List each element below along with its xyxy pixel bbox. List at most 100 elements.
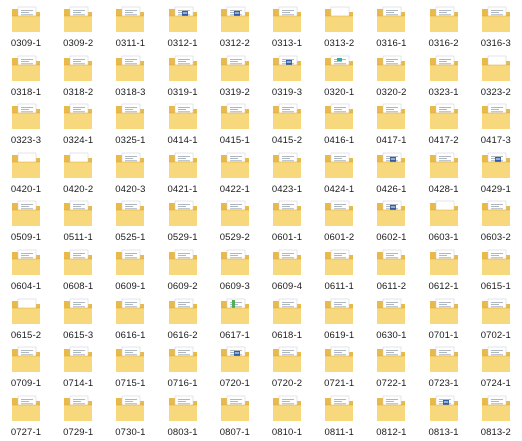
- folder-item[interactable]: 0602-1: [365, 198, 417, 246]
- folder-item[interactable]: 0316-1: [365, 4, 417, 52]
- folder-item[interactable]: 0320-1: [313, 53, 365, 101]
- folder-item[interactable]: 0319-1: [157, 53, 209, 101]
- folder-item[interactable]: 0529-1: [157, 198, 209, 246]
- folder-item[interactable]: 0601-2: [313, 198, 365, 246]
- folder-item[interactable]: 0724-1: [470, 344, 522, 392]
- folder-item[interactable]: 0313-2: [313, 4, 365, 52]
- folder-item[interactable]: 0424-1: [313, 150, 365, 198]
- folder-item[interactable]: 0716-1: [157, 344, 209, 392]
- folder-item[interactable]: 0702-1: [470, 296, 522, 344]
- folder-item[interactable]: 0509-1: [0, 198, 52, 246]
- folder-item[interactable]: 0428-1: [418, 150, 470, 198]
- folder-item[interactable]: 0807-1: [209, 393, 261, 441]
- folder-item[interactable]: 0730-1: [104, 393, 156, 441]
- folder-label: 0813-2: [480, 426, 511, 438]
- folder-item[interactable]: 0727-1: [0, 393, 52, 441]
- folder-item[interactable]: 0416-1: [313, 101, 365, 149]
- folder-item[interactable]: 0721-1: [313, 344, 365, 392]
- folder-label: 0424-1: [324, 183, 355, 195]
- folder-item[interactable]: 0414-1: [157, 101, 209, 149]
- folder-item[interactable]: 0320-2: [365, 53, 417, 101]
- folder-item[interactable]: 0420-3: [104, 150, 156, 198]
- folder-item[interactable]: 0312-2: [209, 4, 261, 52]
- folder-item[interactable]: 0723-1: [418, 344, 470, 392]
- folder-item[interactable]: 0529-2: [209, 198, 261, 246]
- folder-item[interactable]: 0511-1: [52, 198, 104, 246]
- folder-item[interactable]: 0422-1: [209, 150, 261, 198]
- folder-item[interactable]: 0609-1: [104, 247, 156, 295]
- folder-item[interactable]: 0615-2: [0, 296, 52, 344]
- folder-icon: [112, 296, 148, 328]
- folder-item[interactable]: 0420-1: [0, 150, 52, 198]
- folder-item[interactable]: 0616-1: [104, 296, 156, 344]
- folder-item[interactable]: 0603-2: [470, 198, 522, 246]
- folder-item[interactable]: 0415-2: [261, 101, 313, 149]
- folder-item[interactable]: 0415-1: [209, 101, 261, 149]
- folder-item[interactable]: 0319-2: [209, 53, 261, 101]
- folder-item[interactable]: 0316-2: [418, 4, 470, 52]
- folder-item[interactable]: 0417-3: [470, 101, 522, 149]
- folder-item[interactable]: 0611-2: [365, 247, 417, 295]
- folder-item[interactable]: 0311-1: [104, 4, 156, 52]
- folder-item[interactable]: 0601-1: [261, 198, 313, 246]
- folder-item[interactable]: 0616-2: [157, 296, 209, 344]
- folder-item[interactable]: 0318-2: [52, 53, 104, 101]
- folder-item[interactable]: 0609-2: [157, 247, 209, 295]
- folder-item[interactable]: 0722-1: [365, 344, 417, 392]
- folder-item[interactable]: 0608-1: [52, 247, 104, 295]
- folder-label: 0318-2: [63, 86, 94, 98]
- folder-item[interactable]: 0630-1: [365, 296, 417, 344]
- folder-item[interactable]: 0318-1: [0, 53, 52, 101]
- folder-item[interactable]: 0429-1: [470, 150, 522, 198]
- folder-item[interactable]: 0720-1: [209, 344, 261, 392]
- folder-icon: [8, 344, 44, 376]
- folder-item[interactable]: 0813-2: [470, 393, 522, 441]
- folder-item[interactable]: 0810-1: [261, 393, 313, 441]
- folder-item[interactable]: 0604-1: [0, 247, 52, 295]
- folder-item[interactable]: 0709-1: [0, 344, 52, 392]
- folder-item[interactable]: 0609-4: [261, 247, 313, 295]
- folder-item[interactable]: 0611-1: [313, 247, 365, 295]
- folder-icon: [269, 150, 305, 182]
- folder-item[interactable]: 0812-1: [365, 393, 417, 441]
- folder-item[interactable]: 0729-1: [52, 393, 104, 441]
- folder-item[interactable]: 0612-1: [418, 247, 470, 295]
- folder-item[interactable]: 0319-3: [261, 53, 313, 101]
- folder-item[interactable]: 0324-1: [52, 101, 104, 149]
- folder-label: 0714-1: [63, 378, 94, 390]
- folder-item[interactable]: 0603-1: [418, 198, 470, 246]
- folder-item[interactable]: 0618-1: [261, 296, 313, 344]
- folder-item[interactable]: 0615-3: [52, 296, 104, 344]
- folder-item[interactable]: 0619-1: [313, 296, 365, 344]
- folder-item[interactable]: 0420-2: [52, 150, 104, 198]
- folder-item[interactable]: 0617-1: [209, 296, 261, 344]
- folder-item[interactable]: 0417-2: [418, 101, 470, 149]
- folder-item[interactable]: 0318-3: [104, 53, 156, 101]
- folder-item[interactable]: 0323-3: [0, 101, 52, 149]
- folder-item[interactable]: 0325-1: [104, 101, 156, 149]
- folder-icon: [112, 53, 148, 85]
- folder-item[interactable]: 0701-1: [418, 296, 470, 344]
- folder-item[interactable]: 0803-1: [157, 393, 209, 441]
- folder-item[interactable]: 0714-1: [52, 344, 104, 392]
- folder-item[interactable]: 0421-1: [157, 150, 209, 198]
- folder-label: 0810-1: [271, 426, 303, 438]
- folder-item[interactable]: 0615-1: [470, 247, 522, 295]
- folder-item[interactable]: 0316-3: [470, 4, 522, 52]
- folder-item[interactable]: 0417-1: [365, 101, 417, 149]
- folder-item[interactable]: 0309-2: [52, 4, 104, 52]
- folder-item[interactable]: 0312-1: [157, 4, 209, 52]
- folder-item[interactable]: 0323-2: [470, 53, 522, 101]
- folder-item[interactable]: 0813-1: [418, 393, 470, 441]
- folder-item[interactable]: 0811-1: [313, 393, 365, 441]
- folder-item[interactable]: 0313-1: [261, 4, 313, 52]
- folder-label: 0529-2: [219, 232, 250, 244]
- folder-item[interactable]: 0426-1: [365, 150, 417, 198]
- folder-item[interactable]: 0323-1: [418, 53, 470, 101]
- folder-item[interactable]: 0423-1: [261, 150, 313, 198]
- folder-item[interactable]: 0309-1: [0, 4, 52, 52]
- folder-item[interactable]: 0720-2: [261, 344, 313, 392]
- folder-item[interactable]: 0715-1: [104, 344, 156, 392]
- folder-item[interactable]: 0609-3: [209, 247, 261, 295]
- folder-item[interactable]: 0525-1: [104, 198, 156, 246]
